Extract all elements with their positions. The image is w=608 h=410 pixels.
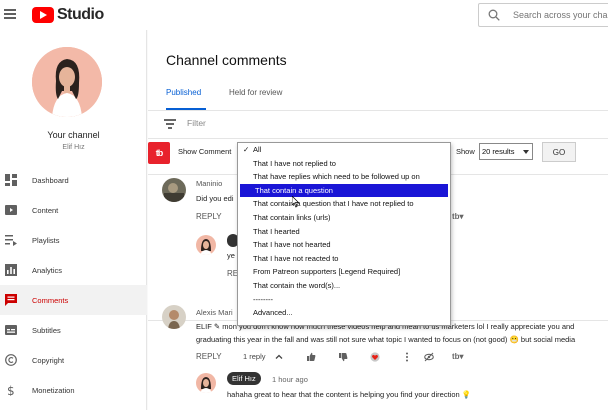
top-bar: Studio [0,0,608,30]
dropdown-option-selected[interactable]: That contain a question [240,183,448,198]
show-comments-label: Show Comment [178,147,232,156]
divider [148,138,608,139]
search-input[interactable] [513,4,608,26]
chevron-down-icon [523,150,529,154]
search-box[interactable] [478,3,608,27]
tab-published[interactable]: Published [166,88,201,97]
hide-icon[interactable] [424,352,434,362]
sidebar-item-label: Analytics [32,265,63,275]
chevron-up-icon[interactable] [274,352,284,362]
comment-text: Did you edi [196,194,234,203]
sidebar-item-dashboard[interactable]: Dashboard [0,165,147,195]
sidebar-item-label: Copyright [32,355,65,365]
replies-toggle[interactable]: 1 reply [243,352,266,361]
comment-author[interactable]: Alexis Mari [196,308,233,317]
monetization-icon: $ [7,384,15,396]
filter-input[interactable]: Filter [187,118,206,128]
dropdown-option[interactable]: From Patreon supporters [Legend Required… [238,265,450,279]
tubebuddy-icon[interactable]: tb▾ [452,352,464,361]
channel-avatar[interactable] [32,47,102,117]
dropdown-option[interactable]: That I hearted [238,225,450,239]
sidebar-item-comments[interactable]: Comments [0,285,147,315]
sidebar-item-label: Playlists [32,235,60,245]
owner-badge[interactable]: Elif Hız [227,372,261,385]
sidebar-item-copyright[interactable]: Copyright [0,345,147,375]
dashboard-icon [5,174,17,186]
dropdown-option-all[interactable]: All [238,143,450,157]
dropdown-option[interactable]: That have replies which need to be follo… [238,170,450,184]
sidebar-item-label: Comments [32,295,69,305]
studio-logo[interactable]: Studio [32,6,104,24]
heart-icon[interactable] [370,352,380,362]
subtitles-icon [5,325,17,335]
dropdown-option[interactable]: That I have not replied to [238,157,450,171]
show-comments-dropdown[interactable]: All That I have not replied to That have… [237,142,451,326]
dropdown-option[interactable]: That contain a question that I have not … [238,197,450,211]
playlists-icon [5,235,17,246]
reply-button[interactable]: REPLY [196,212,222,221]
results-value: 20 results [482,147,515,156]
logo-text: Studio [57,6,104,23]
tubebuddy-icon[interactable]: tb▾ [452,212,464,221]
page-title: Channel comments [166,52,287,68]
sidebar-item-label: Subtitles [32,325,61,335]
copyright-icon [5,354,17,366]
dropdown-option[interactable]: That contain links (urls) [238,211,450,225]
comment-time: 1 hour ago [272,375,308,384]
menu-icon[interactable] [4,9,16,19]
show-label: Show [456,147,475,156]
dropdown-separator: -------- [253,294,273,304]
tubebuddy-logo[interactable]: tb [148,142,170,164]
sidebar-item-label: Monetization [32,385,75,395]
sidebar-item-analytics[interactable]: Analytics [0,255,147,285]
dropdown-option[interactable]: That I have not hearted [238,238,450,252]
sidebar-item-monetization[interactable]: $ Monetization [0,375,147,405]
results-select[interactable]: 20 results [479,143,533,160]
sidebar-item-playlists[interactable]: Playlists [0,225,147,255]
avatar[interactable] [196,373,216,393]
svg-text:$: $ [7,384,15,396]
youtube-play-icon [32,7,54,23]
dropdown-option-advanced[interactable]: Advanced... [238,306,450,320]
reply-button[interactable]: REPLY [196,352,222,361]
search-icon [488,9,500,21]
sidebar-item-subtitles[interactable]: Subtitles [0,315,147,345]
filter-icon[interactable] [164,119,176,129]
reply-text: ye [227,251,235,260]
cursor-icon [292,196,300,208]
avatar[interactable] [162,178,186,202]
more-options-icon[interactable] [402,352,412,362]
sidebar-item-label: Dashboard [32,175,69,185]
sidebar: Your channel Elif Hız Dashboard Content … [0,30,147,410]
dropdown-option[interactable]: That I have not reacted to [238,252,450,266]
tab-held-for-review[interactable]: Held for review [229,88,282,97]
comment-text-line2: graduating this year in the fall and was… [196,335,576,344]
comment-author[interactable]: Maninio [196,179,222,188]
channel-label: Your channel [47,130,100,140]
divider [148,110,608,111]
reply-text: hahaha great to hear that the content is… [227,390,472,399]
comments-icon [5,294,17,306]
channel-name: Elif Hız [62,144,85,151]
content-icon [5,205,17,215]
sidebar-nav: Dashboard Content Playlists Analytics Co… [0,165,147,405]
thumbs-up-icon[interactable] [306,352,316,362]
thumbs-down-icon[interactable] [338,352,348,362]
avatar[interactable] [196,235,216,255]
sidebar-item-label: Content [32,205,59,215]
analytics-icon [5,264,17,276]
avatar[interactable] [162,305,186,329]
sidebar-item-content[interactable]: Content [0,195,147,225]
dropdown-option[interactable]: That contain the word(s)... [238,279,450,293]
go-button[interactable]: GO [542,142,576,162]
